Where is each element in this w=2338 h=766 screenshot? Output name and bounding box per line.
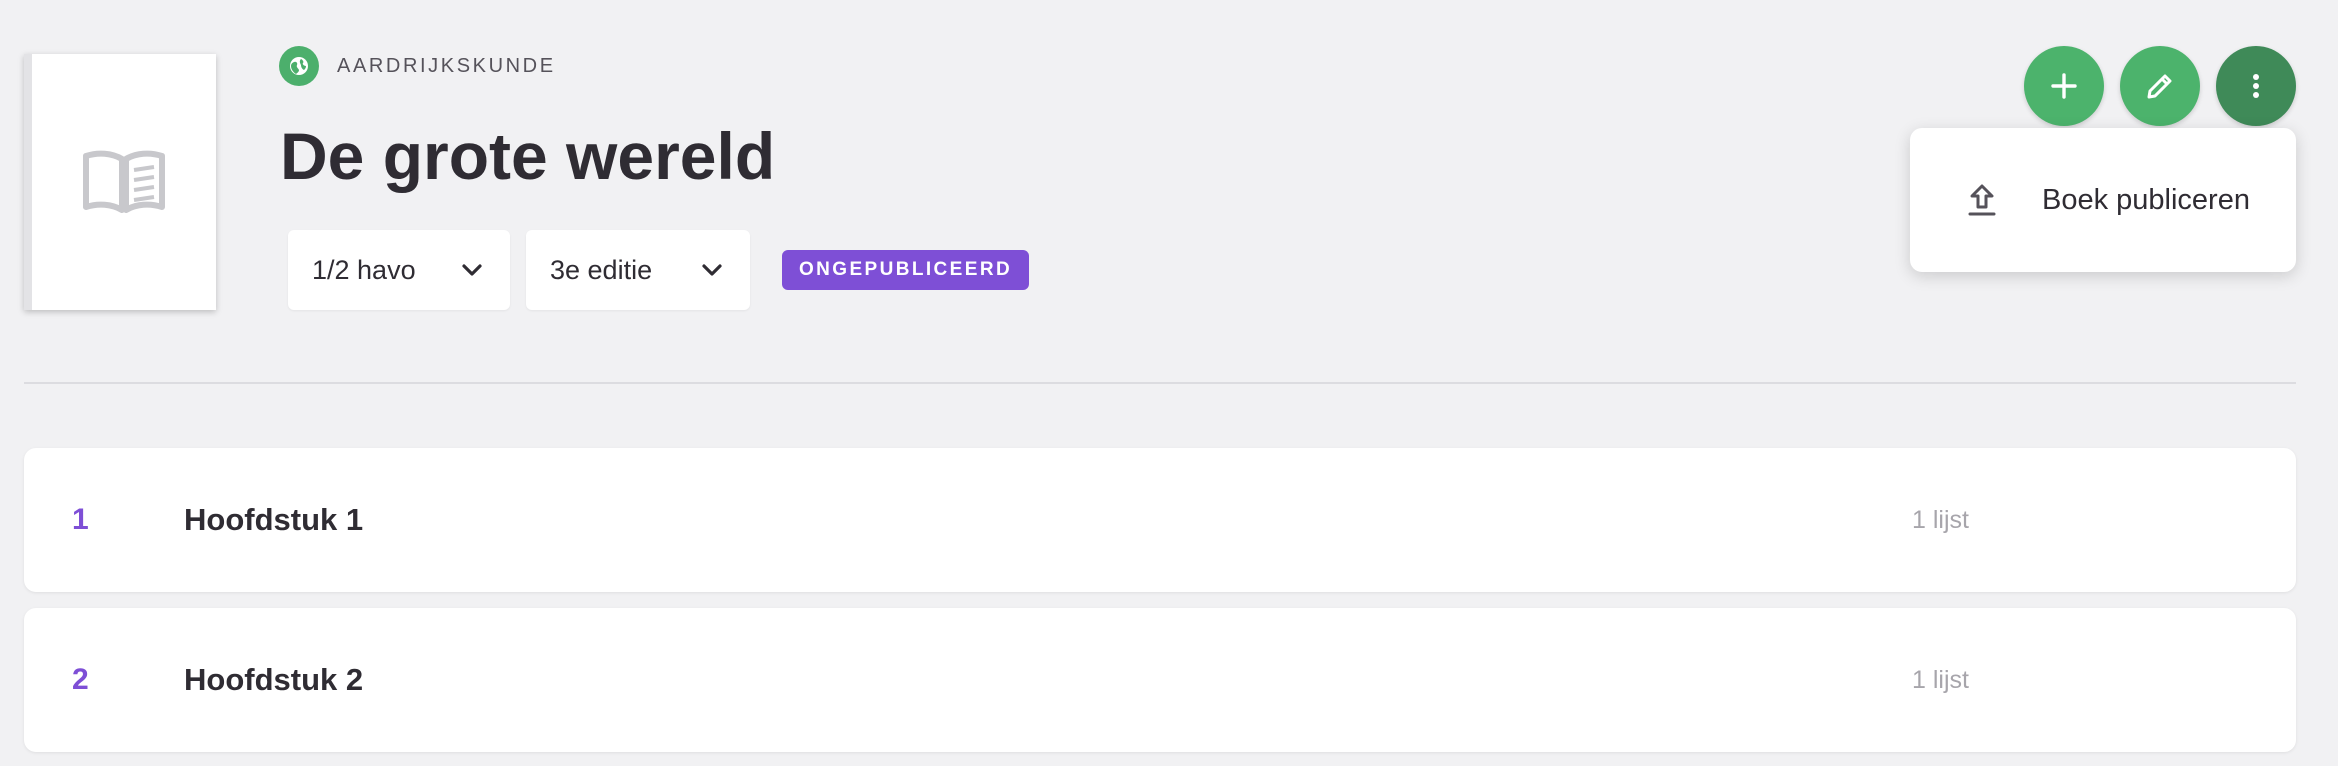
chapter-row[interactable]: 1 Hoofdstuk 1 1 lijst: [24, 448, 2296, 592]
book-cover: [24, 54, 216, 310]
chapter-list-count: 1 lijst: [1912, 665, 1969, 694]
page-title: De grote wereld: [280, 119, 776, 193]
globe-icon: [279, 46, 319, 86]
chapter-title: Hoofdstuk 1: [184, 502, 364, 537]
options-menu: Boek publiceren: [1910, 128, 2296, 272]
open-book-icon: [83, 150, 165, 213]
menu-item-publish-book[interactable]: Boek publiceren: [1910, 128, 2296, 272]
edition-select[interactable]: 3e editie: [526, 230, 750, 310]
chapter-number: 2: [72, 663, 89, 696]
upload-icon: [1968, 184, 1996, 216]
level-select[interactable]: 1/2 havo: [288, 230, 510, 310]
chapter-list-count: 1 lijst: [1912, 505, 1969, 534]
chapter-row[interactable]: 2 Hoofdstuk 2 1 lijst: [24, 608, 2296, 752]
plus-icon: [2051, 73, 2077, 99]
subject-label: AARDRIJKSKUNDE: [337, 54, 556, 77]
status-badge: ONGEPUBLICEERD: [782, 250, 1030, 290]
chevron-down-icon: [462, 264, 482, 276]
divider: [24, 382, 2296, 384]
chapter-number: 1: [72, 503, 89, 536]
edition-select-value: 3e editie: [550, 254, 653, 285]
more-options-button[interactable]: [2216, 46, 2296, 126]
more-vertical-icon: [2253, 74, 2259, 98]
add-button[interactable]: [2024, 46, 2104, 126]
level-select-value: 1/2 havo: [312, 254, 416, 285]
menu-item-label: Boek publiceren: [2042, 183, 2250, 216]
subject-tag: AARDRIJKSKUNDE: [279, 46, 556, 86]
chapter-title: Hoofdstuk 2: [184, 662, 364, 697]
edit-button[interactable]: [2120, 46, 2200, 126]
chevron-down-icon: [702, 264, 722, 276]
pencil-icon: [2147, 74, 2172, 99]
